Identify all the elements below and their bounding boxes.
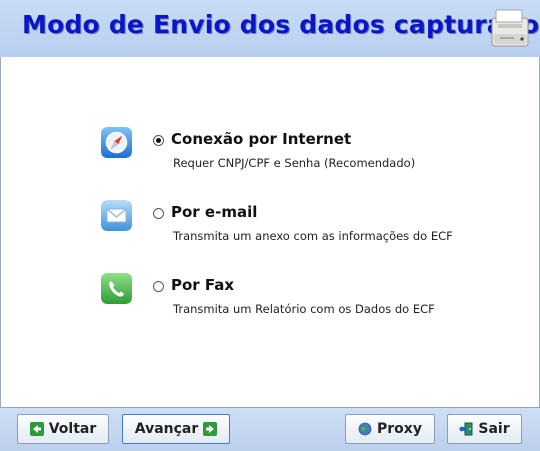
safari-compass-icon <box>101 127 132 158</box>
exit-door-icon <box>459 422 473 436</box>
main-panel: Conexão por Internet Requer CNPJ/CPF e S… <box>0 57 540 408</box>
radio-email[interactable] <box>153 208 164 219</box>
option-label: Por Fax <box>171 276 235 294</box>
option-description: Requer CNPJ/CPF e Senha (Recomendado) <box>173 156 416 170</box>
globe-icon <box>358 422 372 436</box>
back-button[interactable]: Voltar <box>17 414 109 444</box>
mail-envelope-icon <box>101 200 132 231</box>
arrow-right-icon <box>203 422 218 436</box>
option-description: Transmita um Relatório com os Dados do E… <box>173 302 435 316</box>
footer-bar: Voltar Avançar Proxy Sair <box>0 407 540 451</box>
proxy-button[interactable]: Proxy <box>345 414 435 444</box>
radio-internet[interactable] <box>153 135 164 146</box>
page-title: Modo de Envio dos dados capturados <box>22 10 540 39</box>
option-description: Transmita um anexo com as informações do… <box>173 229 453 243</box>
next-label: Avançar <box>134 421 199 437</box>
next-button[interactable]: Avançar <box>122 414 230 444</box>
exit-label: Sair <box>478 421 510 437</box>
printer-icon <box>491 9 529 47</box>
option-label: Conexão por Internet <box>171 130 352 148</box>
header-bar: Modo de Envio dos dados capturados <box>0 0 540 58</box>
proxy-label: Proxy <box>377 421 422 437</box>
exit-button[interactable]: Sair <box>447 414 522 444</box>
phone-icon <box>101 273 132 304</box>
arrow-left-icon <box>29 422 44 436</box>
radio-fax[interactable] <box>153 281 164 292</box>
back-label: Voltar <box>48 421 97 437</box>
option-label: Por e-mail <box>171 203 258 221</box>
